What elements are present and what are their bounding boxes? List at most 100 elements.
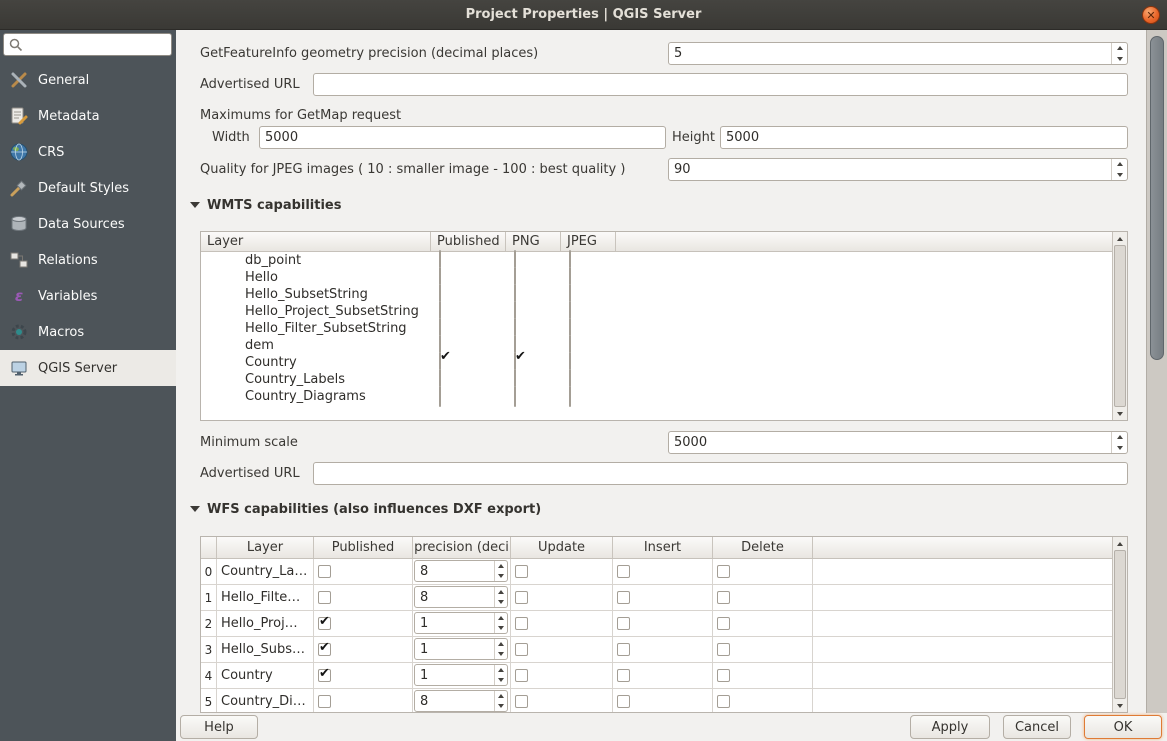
column-header-layer[interactable]: Layer <box>217 537 314 558</box>
width-input[interactable]: 5000 <box>259 126 666 149</box>
update-checkbox[interactable] <box>515 617 528 630</box>
precision-spinbox[interactable]: 1 <box>414 612 508 634</box>
spin-buttons[interactable] <box>1111 43 1127 64</box>
delete-checkbox[interactable] <box>717 643 730 656</box>
help-button[interactable]: Help <box>180 715 258 739</box>
column-header-jpeg[interactable]: JPEG <box>561 232 616 251</box>
row-number[interactable]: 4 <box>201 663 217 688</box>
row-number[interactable]: 0 <box>201 559 217 584</box>
sidebar-item-general[interactable]: General <box>0 62 176 98</box>
published-checkbox[interactable] <box>318 591 331 604</box>
sidebar-search[interactable] <box>3 33 172 56</box>
minimum-scale-spinbox[interactable]: 5000 <box>668 431 1128 454</box>
scrollbar-thumb[interactable] <box>1114 245 1126 407</box>
png-checkbox[interactable] <box>514 386 516 407</box>
dialog-buttons: Apply Cancel OK <box>910 715 1167 739</box>
published-checkbox[interactable] <box>318 643 331 656</box>
sidebar-item-crs[interactable]: CRS <box>0 134 176 170</box>
precision-spinbox[interactable]: 8 <box>414 586 508 608</box>
apply-button[interactable]: Apply <box>910 715 990 739</box>
precision-spinbox[interactable]: 1 <box>414 664 508 686</box>
epsilon-icon: ε <box>9 286 29 306</box>
column-header-delete[interactable]: Delete <box>713 537 813 558</box>
row-number[interactable]: 2 <box>201 611 217 636</box>
spin-up-icon <box>495 639 507 649</box>
row-number[interactable]: 1 <box>201 585 217 610</box>
scroll-up-icon[interactable] <box>1113 232 1127 245</box>
column-header-layer[interactable]: Layer <box>201 232 431 251</box>
close-button[interactable]: ✕ <box>1142 6 1160 24</box>
wmts-section-header[interactable]: WMTS capabilities <box>190 196 342 214</box>
spin-buttons[interactable] <box>494 613 507 633</box>
delete-checkbox[interactable] <box>717 591 730 604</box>
row-number[interactable]: 5 <box>201 689 217 713</box>
wfs-layer-name: Hello_Filte… <box>217 585 314 610</box>
scroll-down-icon[interactable] <box>1113 699 1127 712</box>
sidebar-item-qgis-server[interactable]: QGIS Server <box>0 350 176 386</box>
wfs-section-header[interactable]: WFS capabilities (also influences DXF ex… <box>190 500 541 518</box>
sidebar-item-variables[interactable]: ε Variables <box>0 278 176 314</box>
update-checkbox[interactable] <box>515 695 528 708</box>
update-checkbox[interactable] <box>515 643 528 656</box>
precision-spinbox[interactable]: 1 <box>414 638 508 660</box>
insert-checkbox[interactable] <box>617 617 630 630</box>
search-input[interactable] <box>26 35 169 54</box>
delete-checkbox[interactable] <box>717 617 730 630</box>
column-header-published[interactable]: Published <box>314 537 413 558</box>
wmts-table-scrollbar[interactable] <box>1112 232 1127 420</box>
delete-checkbox[interactable] <box>717 565 730 578</box>
insert-checkbox[interactable] <box>617 591 630 604</box>
sidebar-item-relations[interactable]: Relations <box>0 242 176 278</box>
published-checkbox[interactable] <box>318 695 331 708</box>
column-header-precision[interactable]: precision (deci <box>413 537 511 558</box>
spin-buttons[interactable] <box>1111 432 1127 453</box>
row-filler <box>813 663 1127 688</box>
insert-checkbox[interactable] <box>617 565 630 578</box>
spin-buttons[interactable] <box>494 691 507 711</box>
getfeatureinfo-spinbox[interactable]: 5 <box>668 42 1128 65</box>
spin-buttons[interactable] <box>1111 159 1127 180</box>
column-header-published[interactable]: Published <box>431 232 506 251</box>
cancel-button[interactable]: Cancel <box>1003 715 1071 739</box>
ok-button[interactable]: OK <box>1084 715 1162 739</box>
delete-checkbox[interactable] <box>717 695 730 708</box>
update-checkbox[interactable] <box>515 565 528 578</box>
scrollbar-thumb[interactable] <box>1114 550 1126 699</box>
column-header-update[interactable]: Update <box>511 537 613 558</box>
spin-buttons[interactable] <box>494 639 507 659</box>
height-input[interactable]: 5000 <box>720 126 1128 149</box>
sidebar-item-macros[interactable]: Macros <box>0 314 176 350</box>
main-vertical-scrollbar[interactable] <box>1146 30 1167 713</box>
sidebar-item-metadata[interactable]: Metadata <box>0 98 176 134</box>
update-checkbox[interactable] <box>515 669 528 682</box>
spin-buttons[interactable] <box>494 561 507 581</box>
scroll-down-icon[interactable] <box>1113 407 1127 420</box>
precision-spinbox[interactable]: 8 <box>414 560 508 582</box>
wmts-advertised-url-input[interactable] <box>313 462 1128 485</box>
row-number[interactable]: 3 <box>201 637 217 662</box>
sidebar-item-label: QGIS Server <box>38 361 117 376</box>
update-checkbox[interactable] <box>515 591 528 604</box>
published-checkbox[interactable] <box>318 669 331 682</box>
precision-spinbox[interactable]: 8 <box>414 690 508 712</box>
published-checkbox[interactable] <box>439 386 441 407</box>
column-header-png[interactable]: PNG <box>506 232 561 251</box>
sidebar-item-data-sources[interactable]: Data Sources <box>0 206 176 242</box>
insert-checkbox[interactable] <box>617 669 630 682</box>
spin-buttons[interactable] <box>494 587 507 607</box>
jpeg-checkbox[interactable] <box>569 386 571 407</box>
published-checkbox[interactable] <box>318 565 331 578</box>
wfs-table-scrollbar[interactable] <box>1112 537 1127 712</box>
delete-checkbox[interactable] <box>717 669 730 682</box>
scroll-up-icon[interactable] <box>1113 537 1127 550</box>
spin-buttons[interactable] <box>494 665 507 685</box>
wmts-layer-name: Hello_Project_SubsetString <box>201 303 431 320</box>
insert-checkbox[interactable] <box>617 643 630 656</box>
scrollbar-thumb[interactable] <box>1150 36 1164 360</box>
published-checkbox[interactable] <box>318 617 331 630</box>
advertised-url-input[interactable] <box>313 73 1128 96</box>
insert-checkbox[interactable] <box>617 695 630 708</box>
column-header-insert[interactable]: Insert <box>613 537 713 558</box>
sidebar-item-default-styles[interactable]: Default Styles <box>0 170 176 206</box>
jpeg-quality-spinbox[interactable]: 90 <box>668 158 1128 181</box>
